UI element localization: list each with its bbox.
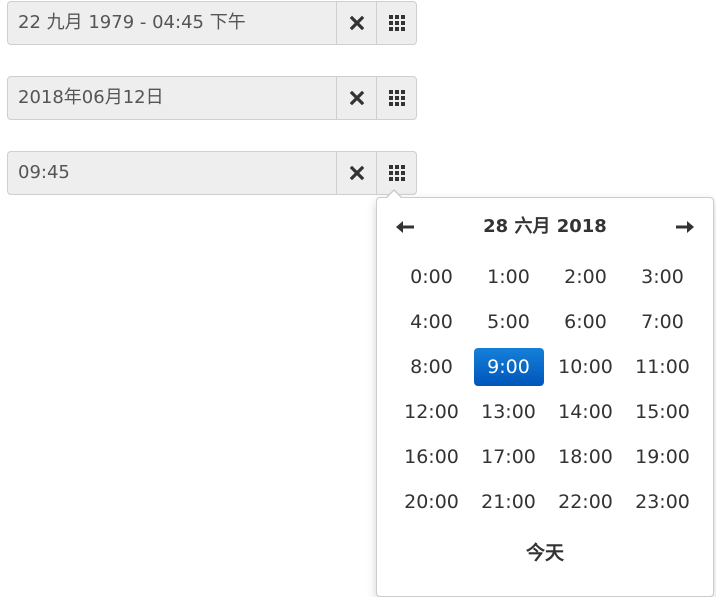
hour-cell[interactable]: 17:00 [470,434,547,479]
grid-icon [388,165,405,181]
hour-label: 1:00 [487,265,530,288]
hour-label: 17:00 [481,445,536,468]
hour-label: 8:00 [410,355,453,378]
hour-label: 19:00 [635,445,690,468]
datetime-input-group: 22 九月 1979 - 04:45 下午 [7,1,417,45]
hour-cell[interactable]: 10:00 [547,344,624,389]
hour-cell[interactable]: 5:00 [470,299,547,344]
picker-toggle-button[interactable] [376,1,417,45]
picker-title[interactable]: 28 六月 2018 [437,212,653,242]
hour-label: 5:00 [487,310,530,333]
hour-cell[interactable]: 0:00 [393,254,470,299]
hour-label: 18:00 [558,445,613,468]
hour-label: 2:00 [564,265,607,288]
hour-label: 21:00 [481,490,536,513]
hour-cell[interactable]: 7:00 [624,299,701,344]
today-button[interactable]: 今天 [377,538,713,565]
hour-label: 15:00 [635,400,690,423]
hour-cell[interactable]: 14:00 [547,389,624,434]
hour-cell[interactable]: 12:00 [393,389,470,434]
hour-cell[interactable]: 20:00 [393,479,470,524]
datetime-field[interactable]: 22 九月 1979 - 04:45 下午 [7,1,336,45]
hour-label: 16:00 [404,445,459,468]
hour-cell[interactable]: 4:00 [393,299,470,344]
hour-label: 7:00 [641,310,684,333]
grid-icon [388,90,405,106]
prev-button[interactable] [385,212,425,242]
grid-icon [388,15,405,31]
hour-cell[interactable]: 16:00 [393,434,470,479]
hour-cell[interactable]: 13:00 [470,389,547,434]
hour-cell[interactable]: 6:00 [547,299,624,344]
hour-label: 23:00 [635,490,690,513]
close-icon [349,166,364,180]
hour-label: 13:00 [481,400,536,423]
date-field[interactable]: 2018年06月12日 [7,76,336,120]
clear-button[interactable] [336,76,376,120]
hour-label: 22:00 [558,490,613,513]
hour-cell[interactable]: 19:00 [624,434,701,479]
hour-label: 3:00 [641,265,684,288]
hour-cell[interactable]: 18:00 [547,434,624,479]
arrow-right-icon [676,221,694,233]
hour-grid: 0:00 1:00 2:00 3:00 4:00 5:00 6:00 7:00 8:00 9:00… [393,254,705,524]
clear-button[interactable] [336,1,376,45]
hour-label: 9:00 [473,347,544,386]
hour-label: 4:00 [410,310,453,333]
close-icon [349,91,364,105]
next-button[interactable] [665,212,705,242]
hour-label: 10:00 [558,355,613,378]
date-input-group: 2018年06月12日 [7,76,417,120]
hour-cell[interactable]: 15:00 [624,389,701,434]
time-input-group: 09:45 [7,151,417,195]
hour-cell[interactable]: 11:00 [624,344,701,389]
hour-cell[interactable]: 8:00 [393,344,470,389]
clear-button[interactable] [336,151,376,195]
hour-cell-selected[interactable]: 9:00 [470,344,547,389]
close-icon [349,16,364,30]
picker-toggle-button[interactable] [376,76,417,120]
arrow-left-icon [396,221,414,233]
hour-cell[interactable]: 1:00 [470,254,547,299]
hour-cell[interactable]: 3:00 [624,254,701,299]
hour-cell[interactable]: 23:00 [624,479,701,524]
time-field[interactable]: 09:45 [7,151,336,195]
hour-cell[interactable]: 22:00 [547,479,624,524]
hour-picker-popover: 28 六月 2018 0:00 1:00 2:00 3:00 4:00 5:00 6:00 7… [376,189,714,597]
picker-header: 28 六月 2018 [377,212,713,242]
hour-label: 12:00 [404,400,459,423]
hour-label: 6:00 [564,310,607,333]
hour-label: 14:00 [558,400,613,423]
hour-label: 0:00 [410,265,453,288]
hour-cell[interactable]: 21:00 [470,479,547,524]
hour-cell[interactable]: 2:00 [547,254,624,299]
hour-label: 20:00 [404,490,459,513]
hour-label: 11:00 [635,355,690,378]
